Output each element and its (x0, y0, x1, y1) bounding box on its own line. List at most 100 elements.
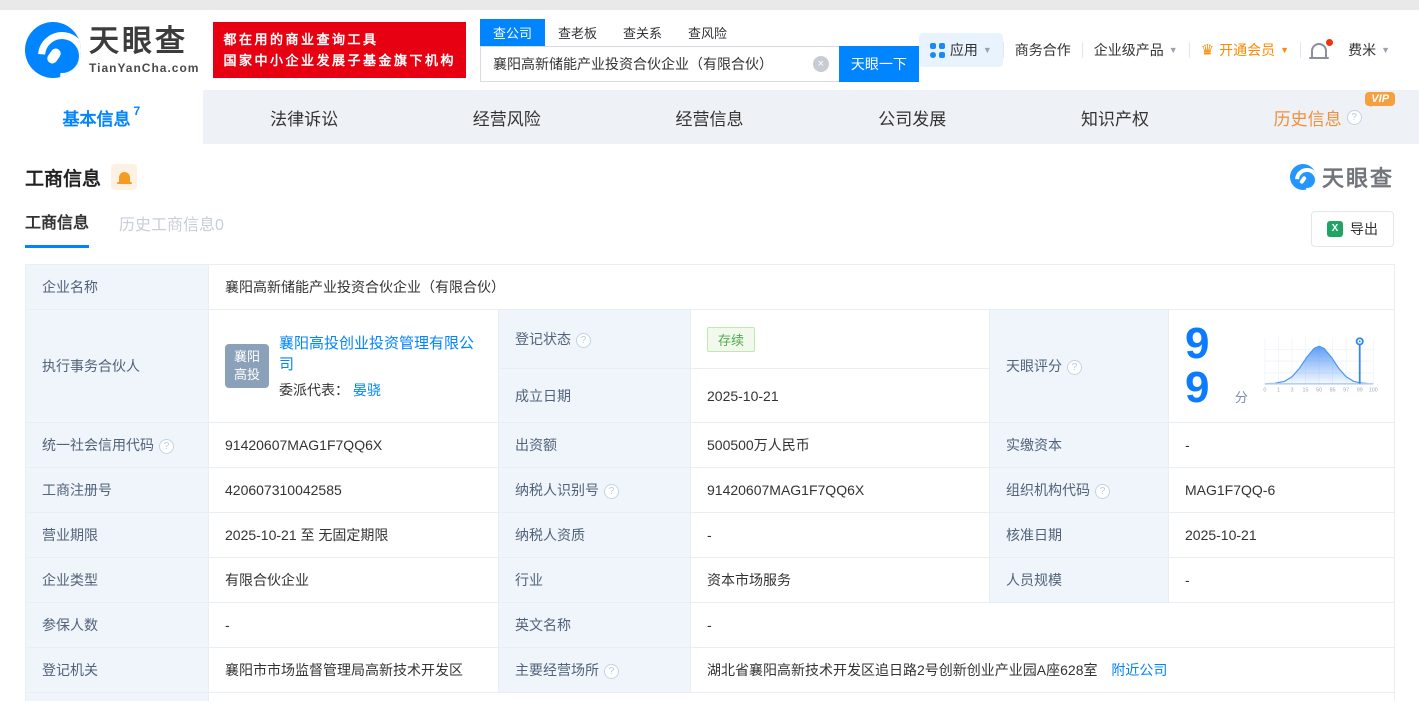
tab-intellectual-property[interactable]: 知识产权 (1014, 90, 1217, 144)
tab-operational-risk[interactable]: 经营风险 (405, 90, 608, 144)
slogan-line2: 国家中小企业发展子基金旗下机构 (223, 53, 456, 68)
logo-domain: TianYanCha.com (89, 60, 200, 75)
table-row: 经营范围? 一般项目：以自有资金从事投资活动。（除许可业务外，可自主依法经营法律… (25, 692, 1396, 701)
slogan-line1: 都在用的商业查询工具 (223, 31, 379, 47)
top-strip (0, 0, 1419, 10)
field-label: 英文名称 (498, 602, 691, 648)
table-row: 登记机关 襄阳市市场监督管理局高新技术开发区 主要经营场所? 湖北省襄阳高新技术… (25, 647, 1396, 693)
tab-legal-proceedings[interactable]: 法律诉讼 (203, 90, 406, 144)
crown-icon: ♛ (1200, 41, 1215, 59)
question-icon[interactable]: ? (1346, 109, 1362, 125)
capital-value: 500500万人民币 (690, 422, 990, 468)
subtab-history-registration[interactable]: 历史工商信息0 (119, 211, 224, 247)
approval-date-value: 2025-10-21 (1167, 512, 1396, 558)
question-icon[interactable]: ? (159, 439, 174, 454)
partner-company-link[interactable]: 襄阳高投创业投资管理有限公司 (279, 332, 482, 374)
industry-value: 资本市场服务 (690, 557, 990, 603)
clear-icon[interactable]: × (812, 55, 829, 72)
field-label: 企业类型 (25, 557, 209, 603)
apps-grid-icon (929, 42, 945, 58)
business-scope-value: 一般项目：以自有资金从事投资活动。（除许可业务外，可自主依法经营法律法规非禁止或… (207, 692, 1396, 701)
svg-text:3: 3 (1290, 388, 1293, 394)
cooperation-label: 商务合作 (1014, 42, 1071, 58)
bell-curve (1264, 345, 1374, 385)
company-name-value: 襄阳高新储能产业投资合伙企业（有限合伙） (207, 264, 1396, 310)
search-input[interactable] (480, 45, 839, 82)
field-label: 组织机构代码? (989, 467, 1169, 513)
question-icon[interactable]: ? (604, 664, 619, 679)
search-tab-boss[interactable]: 查老板 (545, 19, 610, 46)
search-button[interactable]: 天眼一下 (838, 45, 919, 82)
field-label: 天眼评分? (989, 309, 1169, 423)
credit-code-value: 91420607MAG1F7QQ6X (208, 422, 499, 468)
bell-icon (116, 172, 132, 184)
field-label: 实缴资本 (989, 422, 1169, 468)
subscribe-bell-button[interactable] (111, 164, 138, 190)
table-row: 企业名称 襄阳高新储能产业投资合伙企业（有限合伙） (25, 264, 1396, 310)
subtab-business-registration[interactable]: 工商信息 (25, 209, 90, 248)
partner-avatar[interactable]: 襄阳 高投 (225, 344, 269, 388)
enterprise-menu[interactable]: 企业级产品 ▼ (1083, 40, 1189, 60)
vip-label: 开通会员 (1219, 42, 1276, 58)
taxpayer-quality-value: - (690, 512, 990, 558)
svg-text:97: 97 (1343, 388, 1349, 394)
svg-text:15: 15 (1302, 388, 1308, 394)
question-icon[interactable]: ? (1067, 360, 1082, 375)
tianyancha-logo-icon (25, 22, 81, 78)
score-distribution-chart: 0 1 3 15 50 85 97 99 100 (1263, 337, 1378, 394)
tianyancha-logo-icon (1289, 164, 1316, 190)
search-tab-company[interactable]: 查公司 (480, 18, 546, 46)
field-label: 营业期限 (25, 512, 209, 558)
svg-text:85: 85 (1329, 388, 1335, 394)
field-label: 登记机关 (25, 647, 209, 693)
rep-label: 委派代表： (279, 382, 349, 398)
cooperation-menu[interactable]: 商务合作 (1004, 40, 1082, 60)
logo-brand: 天眼查 (89, 24, 188, 58)
vip-menu[interactable]: ♛ 开通会员 ▼ (1190, 40, 1300, 60)
export-button[interactable]: X 导出 (1311, 210, 1394, 247)
english-name-value: - (689, 602, 1396, 648)
tab-label: 经营信息 (675, 109, 744, 129)
question-icon[interactable]: ? (604, 484, 619, 499)
watermark-logo: 天眼查 (1289, 161, 1394, 193)
tab-company-development[interactable]: 公司发展 (811, 90, 1014, 144)
field-label: 参保人数 (25, 602, 209, 648)
user-menu[interactable]: 费米 ▼ (1337, 40, 1401, 60)
table-row: 统一社会信用代码? 91420607MAG1F7QQ6X 出资额 500500万… (25, 422, 1396, 468)
search-tabs: 查公司 查老板 查关系 查风险 (480, 18, 919, 46)
field-label: 纳税人识别号? (498, 467, 691, 513)
score-unit: 分 (1234, 390, 1248, 405)
svg-text:50: 50 (1316, 388, 1322, 394)
rep-name-link[interactable]: 晏骁 (353, 382, 381, 398)
field-label: 执行事务合伙人 (25, 309, 209, 423)
question-icon[interactable]: ? (576, 333, 591, 349)
business-info-table: 企业名称 襄阳高新储能产业投资合伙企业（有限合伙） 执行事务合伙人 襄阳 高投 … (25, 264, 1396, 701)
score-value: 99 (1185, 319, 1210, 412)
field-label: 出资额 (498, 422, 691, 468)
question-icon[interactable]: ? (1095, 484, 1110, 499)
search-tab-risk[interactable]: 查风险 (675, 19, 740, 46)
search-tab-relation[interactable]: 查关系 (610, 19, 675, 46)
chevron-down-icon: ▼ (982, 45, 992, 55)
svg-text:0: 0 (1263, 388, 1266, 394)
nearby-companies-link[interactable]: 附近公司 (1111, 662, 1167, 678)
content: 工商信息 天眼查 工商信息 历史工商信息0 X 导出 企业名称 襄阳高新储能产业… (0, 144, 1419, 701)
field-label: 人员规模 (989, 557, 1169, 603)
status-badge: 存续 (707, 326, 756, 352)
tab-business-info[interactable]: 经营信息 (608, 90, 811, 144)
staff-size-value: - (1167, 557, 1396, 603)
notification-bell[interactable] (1301, 39, 1337, 59)
header-menu: 应用 ▼ 商务合作 企业级产品 ▼ ♛ 开通会员 ▼ 费米 ▼ (918, 33, 1401, 67)
apps-menu[interactable]: 应用 ▼ (918, 33, 1003, 67)
tab-count: 7 (133, 104, 141, 118)
tab-basic-info[interactable]: 基本信息 7 (0, 90, 203, 144)
table-row: 工商注册号 420607310042585 纳税人识别号? 91420607MA… (25, 467, 1396, 513)
logo[interactable]: 天眼查 TianYanCha.com (25, 22, 199, 78)
search-block: 查公司 查老板 查关系 查风险 × 天眼一下 (480, 18, 919, 82)
tab-history-info[interactable]: VIP 历史信息 ? (1216, 90, 1419, 144)
tianyancha-page: 天眼查 TianYanCha.com 都在用的商业查询工具 国家中小企业发展子基… (0, 0, 1419, 701)
executive-partner-cell: 襄阳 高投 襄阳高投创业投资管理有限公司 委派代表： 晏骁 (208, 309, 499, 423)
org-code-value: MAG1F7QQ-6 (1167, 467, 1396, 513)
svg-text:100: 100 (1369, 388, 1378, 394)
header: 天眼查 TianYanCha.com 都在用的商业查询工具 国家中小企业发展子基… (0, 10, 1419, 90)
